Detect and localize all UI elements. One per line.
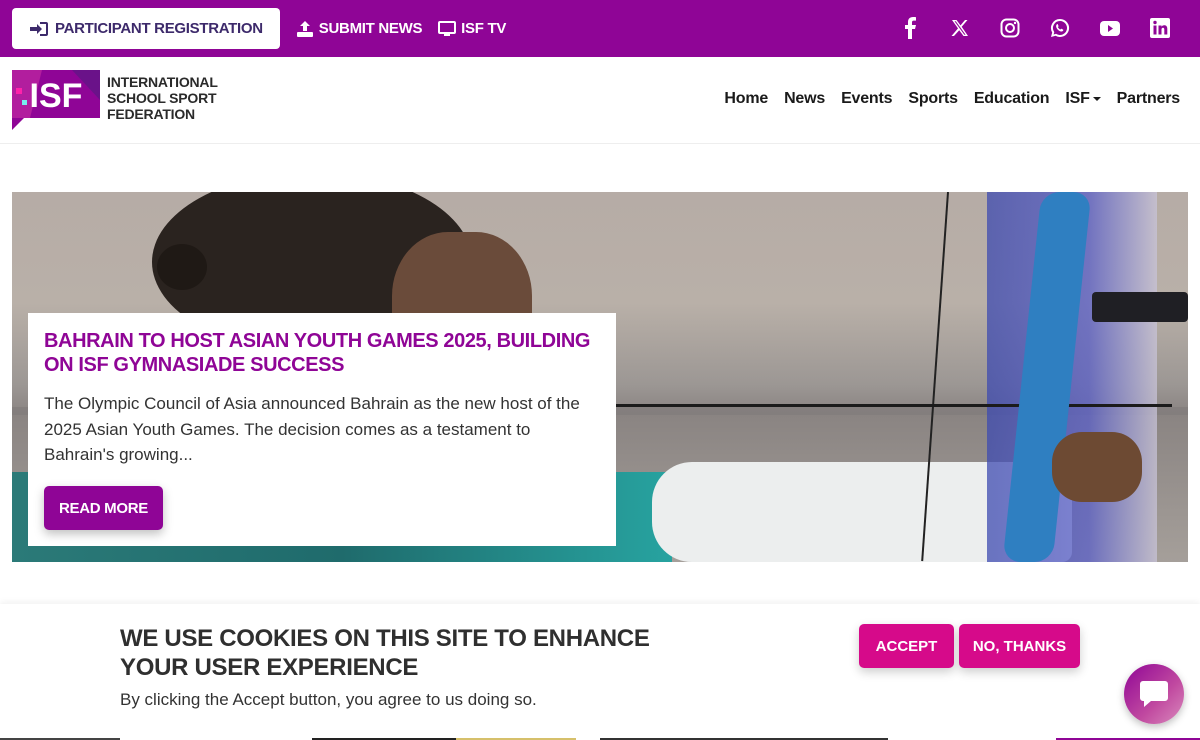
logo-text-line2: SCHOOL SPORT <box>107 90 217 106</box>
monitor-icon <box>438 20 457 36</box>
main-nav: Home News Events Sports Education ISF Pa… <box>708 90 1180 108</box>
logo-text-line1: INTERNATIONAL <box>107 74 218 90</box>
hero-article-title[interactable]: BAHRAIN TO HOST ASIAN YOUTH GAMES 2025, … <box>44 329 600 377</box>
nav-isf-label: ISF <box>1065 90 1090 107</box>
top-bar-links: PARTICIPANT REGISTRATION SUBMIT NEWS ISF… <box>12 8 506 49</box>
top-bar: PARTICIPANT REGISTRATION SUBMIT NEWS ISF… <box>0 0 1200 57</box>
linkedin-icon[interactable] <box>1148 16 1172 40</box>
hero-image-hand <box>1052 432 1142 502</box>
x-icon[interactable] <box>948 16 972 40</box>
hero-article-excerpt: The Olympic Council of Asia announced Ba… <box>44 394 580 464</box>
participant-registration-button[interactable]: PARTICIPANT REGISTRATION <box>12 8 280 49</box>
cookie-banner-text: By clicking the Accept button, you agree… <box>120 690 537 709</box>
cookie-banner-title: WE USE COOKIES ON THIS SITE TO ENHANCE Y… <box>120 625 650 681</box>
caret-down-icon <box>1092 96 1101 101</box>
hero-image-hair-bun <box>157 244 207 290</box>
nav-partners[interactable]: Partners <box>1117 90 1181 108</box>
chat-button[interactable] <box>1124 664 1184 724</box>
site-header: ISF INTERNATIONAL SCHOOL SPORT FEDERATIO… <box>0 57 1200 144</box>
youtube-icon[interactable] <box>1098 16 1122 40</box>
nav-home[interactable]: Home <box>724 90 768 108</box>
nav-education[interactable]: Education <box>974 90 1050 108</box>
social-links <box>872 16 1172 40</box>
submit-news-label: SUBMIT NEWS <box>318 20 423 37</box>
isf-tv-link[interactable]: ISF TV <box>438 8 506 49</box>
read-more-button[interactable]: READ MORE <box>44 486 163 530</box>
whatsapp-icon[interactable] <box>1048 16 1072 40</box>
cookie-accept-button[interactable]: ACCEPT <box>859 624 954 668</box>
hero-image-sight <box>1092 292 1188 322</box>
isf-logo[interactable]: ISF INTERNATIONAL SCHOOL SPORT FEDERATIO… <box>12 70 218 130</box>
isf-tv-label: ISF TV <box>461 20 507 37</box>
logo-text-line3: FEDERATION <box>107 106 195 122</box>
nav-events[interactable]: Events <box>841 90 892 108</box>
cookie-banner: WE USE COOKIES ON THIS SITE TO ENHANCE Y… <box>0 604 1200 740</box>
participant-registration-label: PARTICIPANT REGISTRATION <box>55 20 263 37</box>
nav-news[interactable]: News <box>784 90 825 108</box>
upload-icon <box>296 20 313 37</box>
nav-isf-dropdown[interactable]: ISF <box>1065 90 1101 108</box>
submit-news-link[interactable]: SUBMIT NEWS <box>296 8 422 49</box>
logo-mark-text: ISF <box>30 77 83 115</box>
sign-in-icon <box>30 21 48 36</box>
hero-image-arrow <box>612 404 1172 407</box>
nav-sports[interactable]: Sports <box>908 90 958 108</box>
isf-logo-mark: ISF <box>12 70 100 130</box>
facebook-icon[interactable] <box>898 16 922 40</box>
chat-bubble-icon <box>1140 681 1168 707</box>
hero-article-card: BAHRAIN TO HOST ASIAN YOUTH GAMES 2025, … <box>28 313 616 546</box>
instagram-icon[interactable] <box>998 16 1022 40</box>
cookie-decline-button[interactable]: NO, THANKS <box>959 624 1080 668</box>
logo-text: INTERNATIONAL SCHOOL SPORT FEDERATION <box>107 74 218 122</box>
